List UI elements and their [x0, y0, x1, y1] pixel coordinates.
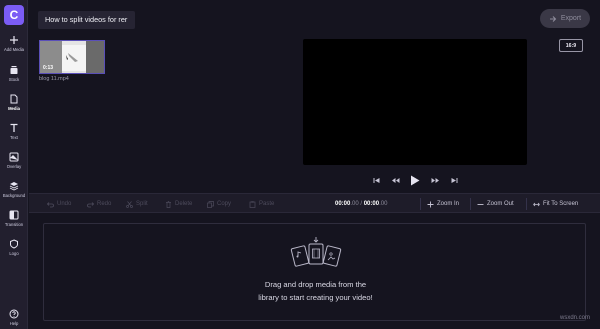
sidebar-item-label: Add Media — [3, 47, 25, 52]
skip-end-icon — [451, 177, 457, 183]
zoom-out-label: Zoom Out — [487, 201, 514, 207]
stock-icon — [10, 66, 18, 74]
timeline-dropzone[interactable]: Drag and drop media from the library to … — [43, 223, 586, 321]
copy-icon — [207, 200, 214, 208]
sidebar-item-stock[interactable]: Stock — [0, 65, 28, 91]
redo-label: Redo — [97, 201, 112, 207]
zoom-out-button[interactable]: Zoom Out — [477, 194, 514, 214]
plus-icon — [427, 201, 434, 207]
sidebar-item-media[interactable]: Media — [0, 94, 28, 120]
scissors-icon — [126, 200, 133, 208]
export-button[interactable]: Export — [540, 9, 590, 28]
redo-icon — [87, 201, 94, 207]
layers-icon — [9, 182, 19, 191]
rewind-icon — [391, 177, 399, 183]
project-title-input[interactable]: How to split videos for rer — [38, 11, 135, 29]
skip-to-start-button[interactable] — [371, 172, 381, 188]
sidebar-item-label: Text — [10, 135, 18, 140]
media-thumbnail[interactable]: 0:13 — [39, 40, 105, 74]
dropzone-text-line1: Drag and drop media from the — [264, 280, 367, 289]
copy-button[interactable]: Copy — [207, 194, 231, 214]
plus-icon — [10, 36, 18, 44]
media-icon — [10, 94, 18, 104]
sidebar-item-background[interactable]: Background — [0, 181, 28, 207]
timecode: 00:00.00 / 00:00.00 — [335, 194, 387, 214]
current-time-fraction: .00 — [350, 201, 359, 207]
app-logo[interactable]: C — [4, 5, 24, 25]
skip-start-icon — [373, 177, 379, 183]
sidebar-item-label: Stock — [8, 77, 20, 82]
total-time: 00:00 — [363, 201, 380, 207]
play-icon — [411, 175, 420, 185]
export-label: Export — [560, 15, 582, 22]
sidebar-item-label: Logo — [9, 251, 19, 256]
media-cards-icon — [290, 237, 342, 267]
aspect-ratio-button[interactable]: 16:9 — [559, 39, 583, 52]
shield-icon — [10, 239, 18, 249]
text-icon — [10, 123, 18, 132]
paste-button[interactable]: Paste — [249, 194, 274, 214]
undo-label: Undo — [57, 201, 72, 207]
paste-icon — [249, 200, 256, 208]
fast-forward-button[interactable] — [429, 172, 441, 188]
watermark-text: wsxdn.com — [560, 315, 591, 321]
sidebar-item-label: Background — [2, 193, 26, 198]
video-preview[interactable] — [303, 39, 527, 165]
copy-label: Copy — [217, 201, 232, 207]
sidebar-item-label: Overlay — [6, 164, 22, 169]
trash-icon — [166, 200, 171, 208]
sidebar-item-overlay[interactable]: Overlay — [0, 152, 28, 178]
total-time-fraction: .00 — [379, 201, 388, 207]
delete-label: Delete — [175, 201, 193, 207]
zoom-in-button[interactable]: Zoom In — [427, 194, 459, 214]
split-label: Split — [136, 201, 148, 207]
fast-forward-icon — [431, 177, 439, 183]
timeline-toolbar: Undo Redo Split Delete Copy Paste 00:00.… — [29, 193, 600, 213]
undo-icon — [47, 201, 54, 207]
play-button[interactable] — [408, 172, 422, 188]
sidebar-item-add-media[interactable]: Add Media — [0, 35, 28, 61]
sidebar-item-transition[interactable]: Transition — [0, 210, 28, 236]
sidebar-item-help[interactable]: Help — [0, 309, 28, 329]
fit-to-screen-button[interactable]: Fit To Screen — [533, 194, 578, 214]
transition-icon — [9, 210, 19, 220]
undo-button[interactable]: Undo — [47, 194, 71, 214]
sidebar-item-label: Transition — [4, 222, 24, 227]
sidebar-item-logo[interactable]: Logo — [0, 239, 28, 265]
media-duration: 0:13 — [43, 65, 54, 71]
zoom-in-label: Zoom In — [437, 201, 460, 207]
rewind-button[interactable] — [389, 172, 401, 188]
sidebar-item-label: Help — [9, 321, 19, 326]
toolbar-divider — [470, 198, 471, 210]
toolbar-divider — [420, 198, 421, 210]
fit-to-screen-label: Fit To Screen — [543, 201, 579, 207]
paste-label: Paste — [259, 201, 275, 207]
media-filename: blog 11.mp4 — [39, 76, 69, 82]
fit-arrows-icon — [533, 202, 540, 206]
redo-button[interactable]: Redo — [87, 194, 111, 214]
sidebar-item-label: Media — [8, 106, 20, 111]
minus-icon — [477, 203, 484, 205]
toolbar-divider — [526, 198, 527, 210]
split-button[interactable]: Split — [126, 194, 148, 214]
delete-button[interactable]: Delete — [165, 194, 192, 214]
sidebar: C Add Media Stock Media Text Overlay Bac… — [0, 0, 28, 329]
arrow-right-icon — [549, 15, 557, 22]
skip-to-end-button[interactable] — [449, 172, 459, 188]
help-icon — [9, 309, 19, 319]
dropzone-text-line2: library to start creating your video! — [258, 293, 373, 302]
overlay-icon — [9, 152, 19, 162]
current-time: 00:00 — [335, 201, 351, 207]
sidebar-item-text[interactable]: Text — [0, 123, 28, 149]
